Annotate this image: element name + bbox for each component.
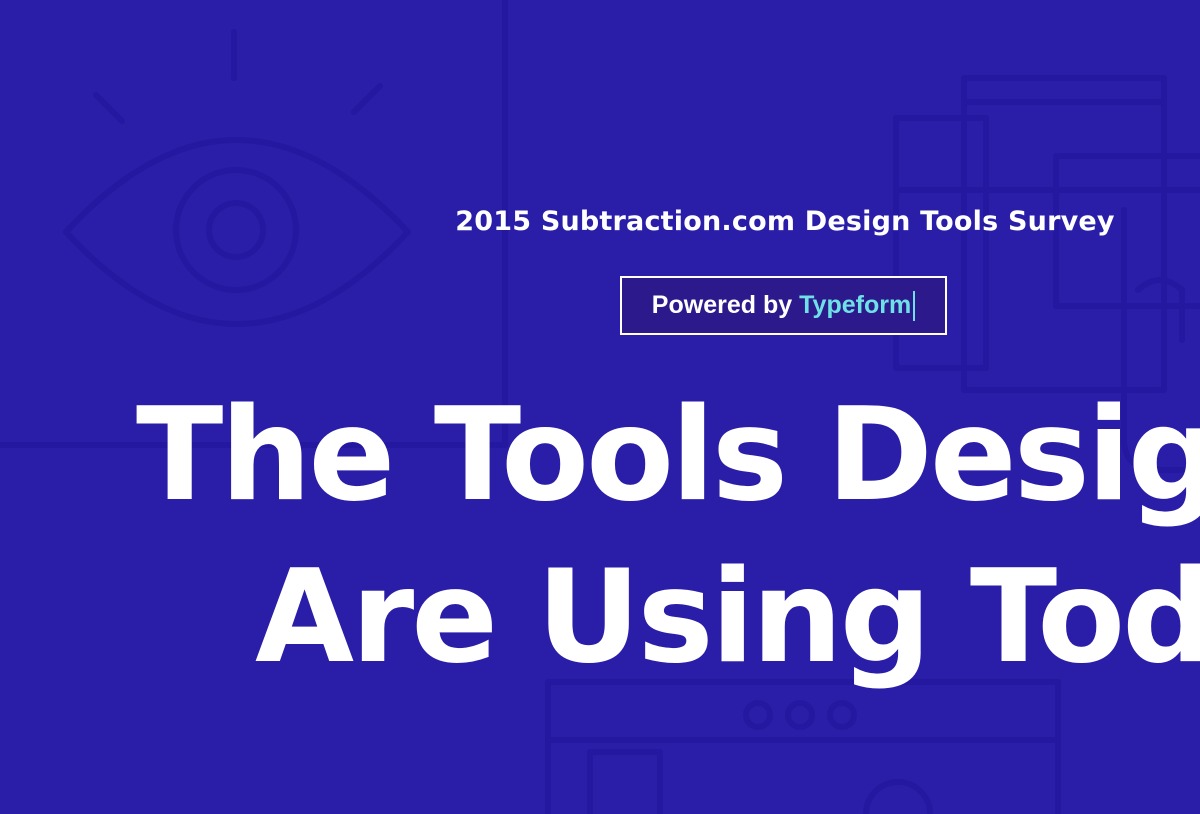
eye-icon: [63, 29, 411, 327]
powered-by-typeform-badge[interactable]: Powered by Typeform: [620, 276, 947, 335]
powered-by-label: Powered by: [651, 291, 793, 319]
typeform-brand-label: Typeform: [799, 291, 912, 319]
headline-line-2: Are Using Today: [255, 543, 1200, 692]
page-headline: The Tools Designers Are Using Today: [0, 392, 1200, 712]
text-cursor-icon: [913, 290, 916, 321]
headline-line-1: The Tools Designers: [136, 392, 1200, 530]
survey-title: 2015 Subtraction.com Design Tools Survey: [455, 206, 1115, 237]
survey-cover: 2015 Subtraction.com Design Tools Survey…: [0, 0, 1200, 814]
